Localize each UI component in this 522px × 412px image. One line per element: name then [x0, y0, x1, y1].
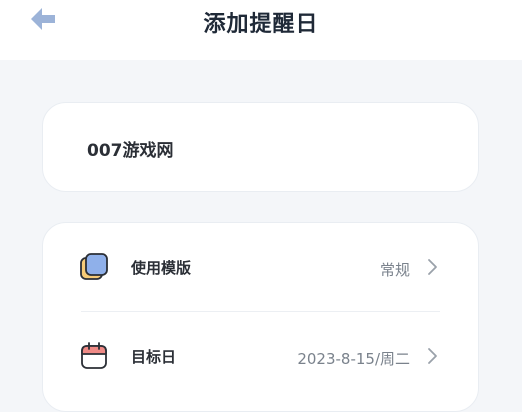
app-header: 添加提醒日	[0, 0, 522, 60]
template-cards-icon	[80, 253, 108, 280]
chevron-right-icon	[428, 259, 437, 275]
settings-card: 使用模版 常规 目标日 2023-8-15/周二	[42, 222, 479, 412]
calendar-icon	[81, 342, 107, 369]
chevron-right-icon	[428, 348, 437, 364]
template-value: 常规	[379, 261, 410, 279]
event-name-text: 007游戏网	[87, 141, 174, 161]
target-date-row[interactable]: 目标日 2023-8-15/周二	[43, 312, 478, 400]
template-row[interactable]: 使用模版 常规	[43, 223, 478, 311]
template-label: 使用模版	[131, 259, 192, 277]
target-date-label: 目标日	[131, 348, 177, 366]
target-date-value: 2023-8-15/周二	[297, 350, 410, 368]
page-title: 添加提醒日	[203, 12, 319, 37]
event-name-card[interactable]: 007游戏网	[42, 102, 479, 192]
